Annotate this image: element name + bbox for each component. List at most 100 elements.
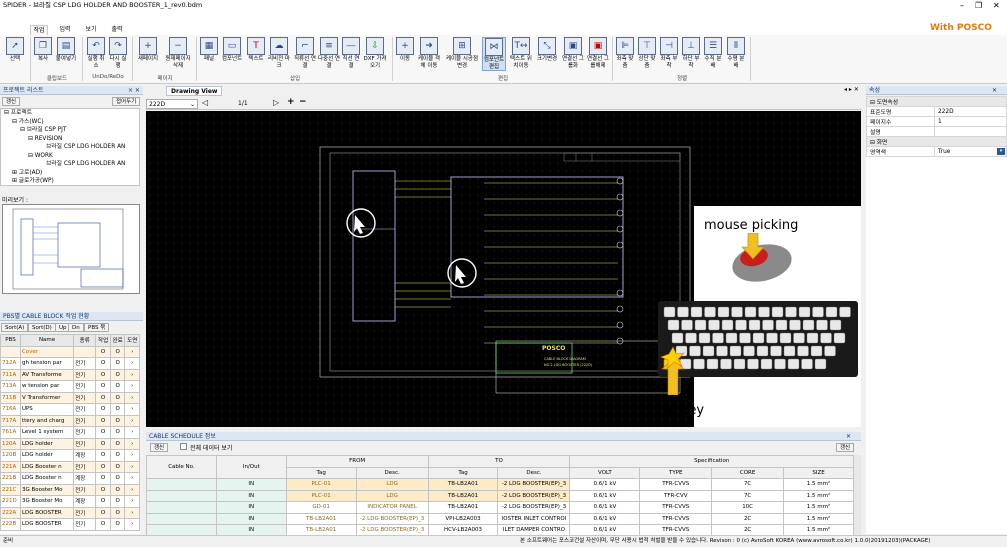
attach-left-button[interactable]: ⊣ 좌측 부착 (660, 37, 678, 69)
maximize-icon[interactable]: ❐ (975, 0, 982, 11)
align-top-button[interactable]: ⊤ 상단 맞춤 (638, 37, 656, 69)
redo-button[interactable]: ↷ 다시 실행 (108, 37, 128, 69)
tree-item[interactable]: ⊟ 프로젝트 (1, 109, 139, 118)
table-row[interactable]: IN GD-01 INDICATOR PANEL TB-LB2A01 -2 LDG BO… (146, 501, 854, 514)
pbs-group-button[interactable]: PBS 묶 (84, 323, 110, 332)
table-row[interactable]: IN TB-LB2A01 -2 LDG BOOSTER(EP)_3 VPI-LB2A0… (146, 512, 854, 525)
text-button[interactable]: T 텍스트 (246, 37, 266, 63)
tree-item[interactable]: ⊟ REVISION (1, 135, 139, 144)
copy-button[interactable]: ❐ 복사 (34, 37, 52, 63)
prop-row[interactable]: 설명 (866, 126, 1007, 137)
tab-drawing-view[interactable]: Drawing View (166, 86, 223, 96)
table-row[interactable]: 221A LDG Booster n 전기 O O › (0, 460, 140, 473)
close-icon[interactable]: × ✕ (128, 86, 140, 95)
preview-thumbnail[interactable] (2, 204, 140, 294)
tree-item[interactable]: ⊟ WORK (1, 152, 139, 161)
sort-asc-button[interactable]: Sort(A) (1, 323, 29, 332)
table-row[interactable]: 712A gh tension par 전기 O O › (0, 357, 140, 370)
prop-row[interactable]: 영역색 True ▾ (866, 146, 1007, 157)
undo-button[interactable]: ↶ 실행 취소 (86, 37, 106, 69)
straight-link-button[interactable]: ― 직선 연결 (342, 37, 360, 69)
table-row[interactable]: IN PLC-01 LDG TB-LB2A01 -2 LDG BOOSTER(EP)_3… (146, 478, 854, 491)
orthogonal-link-button[interactable]: ⌐ 직류선 연결 (294, 37, 316, 69)
table-row[interactable]: 222A LDG BOOSTER 전기 O O › (0, 506, 140, 519)
resize-button[interactable]: ⤡ 크기변경 (536, 37, 558, 63)
tree-item[interactable]: ⊟ 브라질 CSP PJT (1, 126, 139, 135)
attach-bottom-button[interactable]: ⊥ 하단 부착 (682, 37, 700, 69)
cable-move-button[interactable]: ➜ 케이블 객체 이동 (416, 37, 442, 69)
project-tree[interactable]: ⊟ 프로젝트 ⊟ 가스(WC) ⊟ 브라질 CSP PJT ⊟ REVISION… (0, 108, 140, 186)
tab-input[interactable]: 입력 (56, 25, 74, 35)
panel-button[interactable]: ▦ 패널 (200, 37, 218, 63)
table-row[interactable]: 711B V Transformer 전기 O O › (0, 391, 140, 404)
component-edit-button[interactable]: ⋈ 컴포넌트 편집 (482, 37, 506, 71)
prev-page-icon[interactable]: ◁ (202, 98, 208, 107)
move-button[interactable]: + 이동 (396, 37, 414, 63)
table-row[interactable]: IN TB-LB2A01 -2 LDG BOOSTER(EP)_3 HCV-LB2A0… (146, 524, 854, 535)
align-left-button[interactable]: ⊫ 좌측 맞춤 (616, 37, 634, 69)
table-row[interactable]: IN PLC-01 LDG TB-LB2A01 -2 LDG BOOSTER(EP)_3… (146, 489, 854, 502)
drawing-canvas[interactable]: POSCO CABLE BLOCK DIAGRAM NO.2 LDG BOOST… (146, 111, 861, 427)
sort-desc-button[interactable]: Sort(D) (28, 323, 56, 332)
cable-no-cell[interactable] (146, 501, 217, 514)
cable-no-cell[interactable] (146, 489, 217, 502)
table-row[interactable]: Cover O O › (0, 345, 140, 358)
tree-item[interactable]: 브라질 CSP LDG HOLDER AN (1, 143, 139, 152)
table-row[interactable]: 221C 3G Booster Mo 전기 O O › (0, 483, 140, 496)
distribute-horizontal-button[interactable]: ⦀ 수평 분배 (726, 37, 746, 69)
cable-no-cell[interactable] (146, 524, 217, 535)
new-page-button[interactable]: + 새페이지 (136, 37, 160, 63)
page-select[interactable]: 222D ⌄ (146, 99, 198, 109)
table-row[interactable]: 713A w tension par 전기 O O › (0, 380, 140, 393)
tree-item[interactable]: ⊞ 고로(AD) (1, 169, 139, 178)
collapse-button[interactable]: 접어두기 (112, 97, 141, 106)
cable-no-cell[interactable] (146, 478, 217, 491)
table-row[interactable]: 716A UPS 전기 O O › (0, 403, 140, 416)
multi-link-button[interactable]: ≡ 다중선 연결 (318, 37, 340, 69)
tree-item[interactable]: 브라질 CSP LDG HOLDER AN (1, 160, 139, 169)
cable-point-button[interactable]: ⊞ 케이블 시공점 변경 (444, 37, 480, 69)
tab-view[interactable]: 보기 (82, 25, 100, 35)
tab-output[interactable]: 출력 (108, 25, 126, 35)
close-icon[interactable]: ✕ (846, 432, 851, 441)
next-page-icon[interactable]: ▷ (273, 98, 279, 107)
table-row[interactable]: 761A Level 1 system 전기 O O › (0, 426, 140, 439)
table-row[interactable]: 717A ttery and charg 전기 O O › (0, 414, 140, 427)
minimize-icon[interactable]: – (960, 0, 964, 11)
revision-mark-button[interactable]: ☁ 리비전 마크 (268, 37, 290, 69)
refresh-button[interactable]: 갱신 (2, 97, 21, 106)
table-row[interactable]: 120B LDG holder 계장 O O › (0, 449, 140, 462)
table-row[interactable]: 222B LDG BOOSTER 전기 O O › (0, 518, 140, 531)
tree-item[interactable]: ⊟ 가스(WC) (1, 118, 139, 127)
text-reposition-button[interactable]: T↔ 텍스트 위치이동 (508, 37, 534, 69)
show-all-checkbox[interactable] (180, 443, 187, 450)
delete-page-button[interactable]: − 원재페이지 삭제 (162, 37, 194, 69)
prop-row[interactable]: 페이지수 1 (866, 116, 1007, 127)
distribute-vertical-button[interactable]: ☰ 수직 분배 (704, 37, 722, 69)
paste-button[interactable]: ▤ 붙여넣기 (54, 37, 78, 63)
add-page-icon[interactable]: + (287, 97, 295, 107)
group-lines-button[interactable]: ▣ 연결선 그룹화 (562, 37, 584, 69)
cable-no-cell[interactable] (146, 512, 217, 525)
apply-button[interactable]: 갱신 (150, 443, 169, 452)
table-row[interactable]: 221D 3G Booster Mo 계장 O O › (0, 495, 140, 508)
close-icon[interactable]: ✕ (993, 0, 1000, 11)
dxf-import-button[interactable]: ⇩ DXF 가져오기 (362, 37, 388, 69)
nav-arrows-icon[interactable]: ◂ ▸ ✕ (844, 86, 859, 93)
prop-row[interactable]: 표준도명 222D (866, 106, 1007, 117)
dropdown-icon[interactable]: ▾ (997, 148, 1005, 155)
table-row[interactable]: 221B LDG Booster n 계장 O O › (0, 472, 140, 485)
tab-work[interactable]: 작업 (30, 25, 48, 35)
tree-item[interactable]: ⊞ 글로가공(WP) (1, 177, 139, 185)
component-button[interactable]: ▭ 컴포넌트 (220, 37, 244, 63)
refresh-schedule-button[interactable]: 갱신 (836, 443, 855, 452)
ungroup-lines-button[interactable]: ▣ 연결선 그룹해제 (586, 37, 610, 69)
close-icon[interactable]: ✕ (992, 86, 997, 95)
schedule-table-container: Cable No. In/Out FROM TO Specification T… (146, 455, 854, 535)
schedule-scrollbar[interactable] (854, 455, 861, 535)
table-row[interactable]: 711A AV Transforme 전기 O O › (0, 368, 140, 381)
remove-page-icon[interactable]: − (299, 97, 307, 107)
select-button[interactable]: ➚ 선택 (4, 37, 26, 63)
table-row[interactable]: 120A LDG holder 전기 O O › (0, 437, 140, 450)
move-down-button[interactable]: Dn (68, 323, 84, 332)
